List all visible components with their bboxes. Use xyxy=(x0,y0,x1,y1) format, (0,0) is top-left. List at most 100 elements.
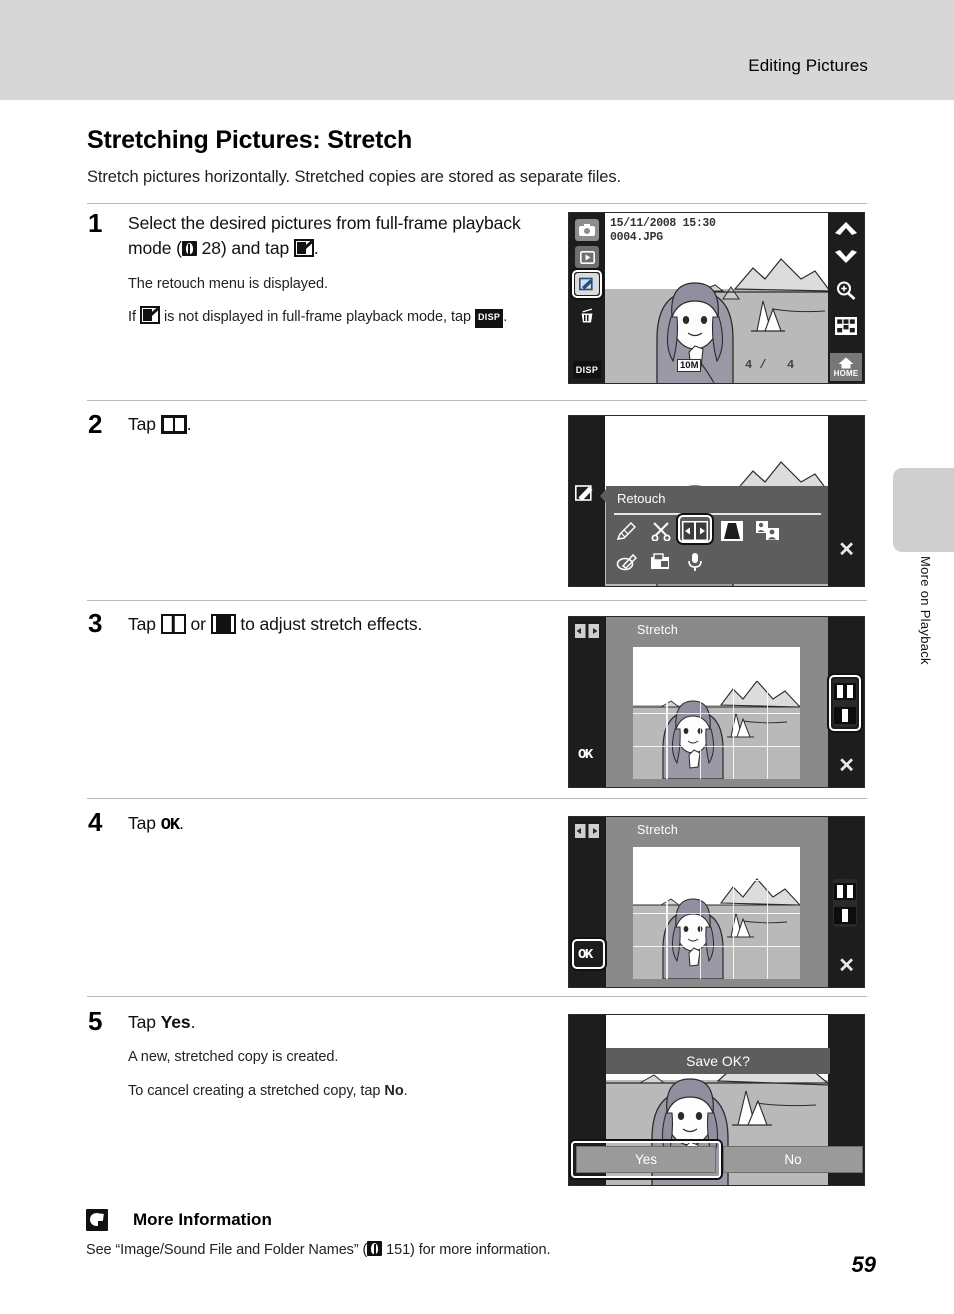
voice-memo-icon[interactable] xyxy=(682,550,708,574)
playback-icon[interactable] xyxy=(575,246,599,268)
stretch-wide-icon[interactable] xyxy=(834,882,856,900)
screen-save-dialog: Save OK? Yes No xyxy=(568,1014,865,1186)
no-button[interactable]: No xyxy=(723,1146,863,1173)
stretch-selection-highlight xyxy=(678,515,712,543)
grid-v1 xyxy=(666,847,668,979)
stretch-wide-icon xyxy=(160,614,186,634)
chevron-down-icon[interactable] xyxy=(834,249,858,269)
more-information-text: See “Image/Sound File and Folder Names” … xyxy=(86,1241,550,1258)
step-5-body: Tap Yes. A new, stretched copy is create… xyxy=(128,1010,548,1102)
image-size-badge: 10M xyxy=(677,359,702,372)
home-label: HOME xyxy=(833,368,859,378)
home-button[interactable]: HOME xyxy=(830,353,862,381)
step-5-note-2: To cancel creating a stretched copy, tap… xyxy=(128,1080,548,1102)
step-5-no-word: No xyxy=(384,1082,404,1099)
step-5-text-a: Tap xyxy=(128,1012,156,1032)
small-picture-icon[interactable] xyxy=(648,550,674,574)
retouch-icon xyxy=(293,239,314,258)
grid-v3 xyxy=(733,847,735,979)
disp-button[interactable]: DISP xyxy=(573,361,601,378)
ok-button[interactable]: OK xyxy=(578,747,593,763)
thumbnail-grid-icon[interactable] xyxy=(835,317,857,340)
stretch-icon xyxy=(575,624,599,643)
ok-button-highlight xyxy=(572,939,605,969)
step-1-ref: 28 xyxy=(201,238,221,259)
retouch-icon xyxy=(139,306,160,325)
grid-h2 xyxy=(633,713,800,715)
stretch-icon xyxy=(160,415,187,434)
step-1-instruction: Select the desired pictures from full-fr… xyxy=(128,211,548,262)
step-1-note-1: The retouch menu is displayed. xyxy=(128,275,328,292)
screen-stretch-adjust: Stretch OK ✕ xyxy=(568,616,865,788)
grid-v4 xyxy=(766,847,768,979)
frame-total: 4 xyxy=(787,358,795,372)
grid-v2 xyxy=(699,847,702,979)
step-1-note-2: If is not displayed in full-frame playba… xyxy=(128,306,548,328)
page-content: Stretching Pictures: Stretch Stretch pic… xyxy=(0,0,954,1314)
close-icon[interactable]: ✕ xyxy=(838,540,855,560)
reference-book-icon xyxy=(367,1241,383,1256)
grid-v4 xyxy=(766,647,768,779)
step-1-body: Select the desired pictures from full-fr… xyxy=(128,211,548,329)
crop-scissors-icon[interactable] xyxy=(648,519,674,543)
step-5-note-2-b: . xyxy=(403,1082,408,1099)
grid-v1 xyxy=(666,647,668,779)
stretch-controls[interactable] xyxy=(833,879,857,927)
grid-h3 xyxy=(633,746,800,748)
step-4-body: Tap OK. xyxy=(128,811,548,839)
stretch-icon xyxy=(575,824,599,843)
step-4-text-b: . xyxy=(179,813,184,833)
step-3-text-a: Tap xyxy=(128,614,156,634)
divider-step5 xyxy=(87,996,867,997)
divider-step3 xyxy=(87,600,867,601)
mi-text-a: See “Image/Sound File and Folder Names” … xyxy=(86,1242,368,1258)
step-1-text-b: ) and tap xyxy=(220,238,290,259)
retouch-menu-title: Retouch xyxy=(617,491,666,506)
close-icon[interactable]: ✕ xyxy=(838,756,855,776)
step-5-number: 5 xyxy=(88,1006,103,1036)
step-2-instruction: Tap . xyxy=(128,412,548,437)
stretch-narrow-icon xyxy=(210,614,236,634)
step-5-instruction: Tap Yes. xyxy=(128,1010,548,1035)
close-icon[interactable]: ✕ xyxy=(838,956,855,976)
more-information-title: More Information xyxy=(133,1210,272,1229)
divider-step2 xyxy=(87,400,867,401)
skin-softening-icon[interactable] xyxy=(755,519,781,543)
retouch-selection-highlight xyxy=(572,270,602,298)
step-3-text-c: to adjust stretch effects. xyxy=(240,614,423,634)
camera-icon[interactable] xyxy=(575,219,599,241)
more-information-icon xyxy=(86,1209,108,1231)
frame-current: 4 / xyxy=(745,358,767,372)
step-2-text-b: . xyxy=(186,414,192,434)
delete-icon[interactable] xyxy=(575,305,599,327)
stretch-narrow-icon[interactable] xyxy=(834,906,856,924)
step-5-note-2-a: To cancel creating a stretched copy, tap xyxy=(128,1082,381,1099)
perspective-control-icon[interactable] xyxy=(719,519,745,543)
step-5-yes-word: Yes xyxy=(160,1012,191,1032)
grid-h2 xyxy=(633,913,800,915)
step-5-note-1: A new, stretched copy is created. xyxy=(128,1049,339,1066)
step-4-instruction: Tap OK. xyxy=(128,811,548,839)
reference-book-icon xyxy=(181,241,197,257)
chevron-up-icon[interactable] xyxy=(834,221,858,241)
page-number: 59 xyxy=(851,1252,876,1277)
step-1-note-2-c: . xyxy=(503,309,508,326)
stretch-title: Stretch xyxy=(637,823,678,837)
stretch-preview xyxy=(633,647,800,779)
divider-step4 xyxy=(87,798,867,799)
d-lighting-icon[interactable] xyxy=(614,550,640,574)
page-title: Stretching Pictures: Stretch xyxy=(87,126,413,154)
quick-retouch-icon[interactable] xyxy=(614,519,640,543)
grid-v2 xyxy=(699,647,702,779)
save-prompt: Save OK? xyxy=(606,1048,830,1074)
retouch-icon[interactable] xyxy=(575,484,597,507)
grid-h1 xyxy=(633,680,800,682)
photo-datetime: 15/11/2008 15:30 xyxy=(610,217,716,230)
step-2-body: Tap . xyxy=(128,412,548,437)
zoom-in-icon[interactable] xyxy=(836,281,856,305)
home-icon xyxy=(838,357,854,368)
ok-icon: OK xyxy=(160,816,180,835)
step-5-text-b: . xyxy=(190,1012,196,1032)
playback-photo: 15/11/2008 15:30 0004.JPG 10M 4 / 4 xyxy=(605,213,830,383)
photo-filename: 0004.JPG xyxy=(610,231,663,244)
